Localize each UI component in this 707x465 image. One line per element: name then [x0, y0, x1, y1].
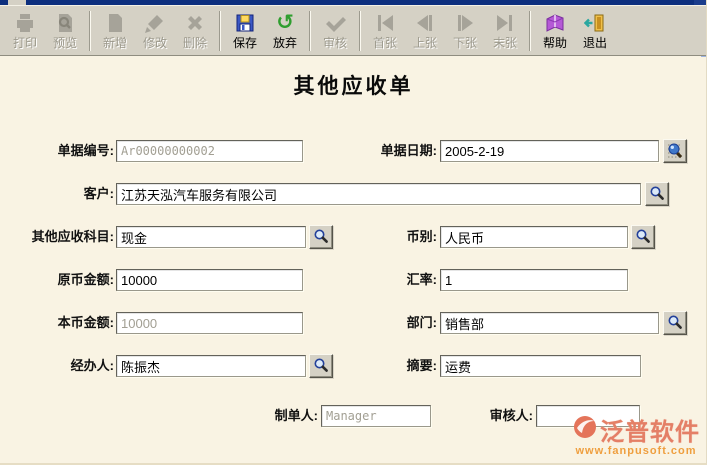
- toolbar-separator: [219, 11, 221, 51]
- doc-no-input: [116, 140, 303, 162]
- rate-label: 汇率:: [370, 269, 437, 291]
- help-label: 帮助: [543, 36, 567, 51]
- handler-lookup-button[interactable]: [309, 354, 333, 378]
- department-input[interactable]: [440, 312, 659, 334]
- save-label: 保存: [233, 36, 257, 51]
- calendar-lookup-icon: [666, 141, 684, 162]
- exit-label: 退出: [583, 36, 607, 51]
- subject-label: 其他应收科目:: [5, 226, 114, 248]
- checkmark-icon: [324, 10, 346, 36]
- watermark-url: www.fanpusoft.com: [572, 445, 700, 457]
- doc-no-label: 单据编号:: [20, 140, 114, 162]
- creator-label: 制单人:: [240, 405, 318, 427]
- local-amount-input: [116, 312, 303, 334]
- undo-arrow-icon: ↺: [276, 10, 294, 36]
- prev-record-label: 上张: [413, 36, 437, 51]
- new-document-icon: [104, 10, 126, 36]
- print-button: 打印: [5, 8, 45, 54]
- delete-label: 删除: [183, 36, 207, 51]
- magnifier-icon: [313, 357, 329, 376]
- delete-button: 删除: [175, 8, 215, 54]
- magnifier-icon: [649, 185, 665, 204]
- print-label: 打印: [13, 36, 37, 51]
- customer-lookup-button[interactable]: [645, 182, 669, 206]
- orig-amount-input[interactable]: [116, 269, 303, 291]
- toolbar: 打印 预览 新增 修改 删除: [0, 5, 707, 56]
- prev-record-icon: [414, 10, 436, 36]
- currency-lookup-button[interactable]: [631, 225, 655, 249]
- next-record-label: 下张: [453, 36, 477, 51]
- summary-label: 摘要:: [370, 355, 437, 377]
- doc-date-input[interactable]: [440, 140, 659, 162]
- floppy-save-icon: [234, 10, 256, 36]
- edit-pencil-icon: [144, 10, 166, 36]
- delete-x-icon: [184, 10, 206, 36]
- next-record-icon: [454, 10, 476, 36]
- next-record-button: 下张: [445, 8, 485, 54]
- discard-button[interactable]: ↺ 放弃: [265, 8, 305, 54]
- help-button[interactable]: 帮助: [535, 8, 575, 54]
- modify-button: 修改: [135, 8, 175, 54]
- currency-input[interactable]: [440, 226, 628, 248]
- handler-label: 经办人:: [20, 355, 114, 377]
- magnifier-icon: [313, 228, 329, 247]
- toolbar-separator: [529, 11, 531, 51]
- last-record-label: 末张: [493, 36, 517, 51]
- printer-icon: [14, 10, 36, 36]
- magnifier-icon: [667, 314, 683, 333]
- first-record-icon: [374, 10, 396, 36]
- toolbar-separator: [309, 11, 311, 51]
- summary-input[interactable]: [440, 355, 641, 377]
- save-button[interactable]: 保存: [225, 8, 265, 54]
- department-label: 部门:: [370, 312, 437, 334]
- currency-label: 币别:: [370, 226, 437, 248]
- first-record-label: 首张: [373, 36, 397, 51]
- last-record-icon: [494, 10, 516, 36]
- new-label: 新增: [103, 36, 127, 51]
- department-lookup-button[interactable]: [663, 311, 687, 335]
- prev-record-button: 上张: [405, 8, 445, 54]
- magnifier-icon: [635, 228, 651, 247]
- discard-label: 放弃: [273, 36, 297, 51]
- modify-label: 修改: [143, 36, 167, 51]
- subject-lookup-button[interactable]: [309, 225, 333, 249]
- preview-button: 预览: [45, 8, 85, 54]
- fanpu-logo-icon: [572, 414, 598, 445]
- new-button: 新增: [95, 8, 135, 54]
- help-book-icon: [544, 10, 566, 36]
- audit-label: 审核: [323, 36, 347, 51]
- exit-door-icon: [584, 10, 606, 36]
- customer-label: 客户:: [50, 183, 114, 205]
- last-record-button: 末张: [485, 8, 525, 54]
- local-amount-label: 本币金额:: [20, 312, 114, 334]
- handler-input[interactable]: [116, 355, 306, 377]
- vendor-watermark: 泛普软件 www.fanpusoft.com: [572, 412, 700, 457]
- watermark-brand: 泛普软件: [600, 412, 700, 447]
- doc-date-lookup-button[interactable]: [663, 139, 687, 163]
- customer-input[interactable]: [116, 183, 641, 205]
- other-receivables-window: 打印 预览 新增 修改 删除: [0, 0, 707, 465]
- page-title: 其他应收单: [0, 70, 707, 100]
- toolbar-separator: [359, 11, 361, 51]
- doc-date-label: 单据日期:: [360, 140, 437, 162]
- preview-label: 预览: [53, 36, 77, 51]
- creator-input: [321, 405, 431, 427]
- exit-button[interactable]: 退出: [575, 8, 615, 54]
- audit-button: 审核: [315, 8, 355, 54]
- orig-amount-label: 原币金额:: [20, 269, 114, 291]
- first-record-button: 首张: [365, 8, 405, 54]
- subject-input[interactable]: [116, 226, 306, 248]
- auditor-label: 审核人:: [455, 405, 533, 427]
- rate-input[interactable]: [440, 269, 628, 291]
- preview-icon: [54, 10, 76, 36]
- toolbar-separator: [89, 11, 91, 51]
